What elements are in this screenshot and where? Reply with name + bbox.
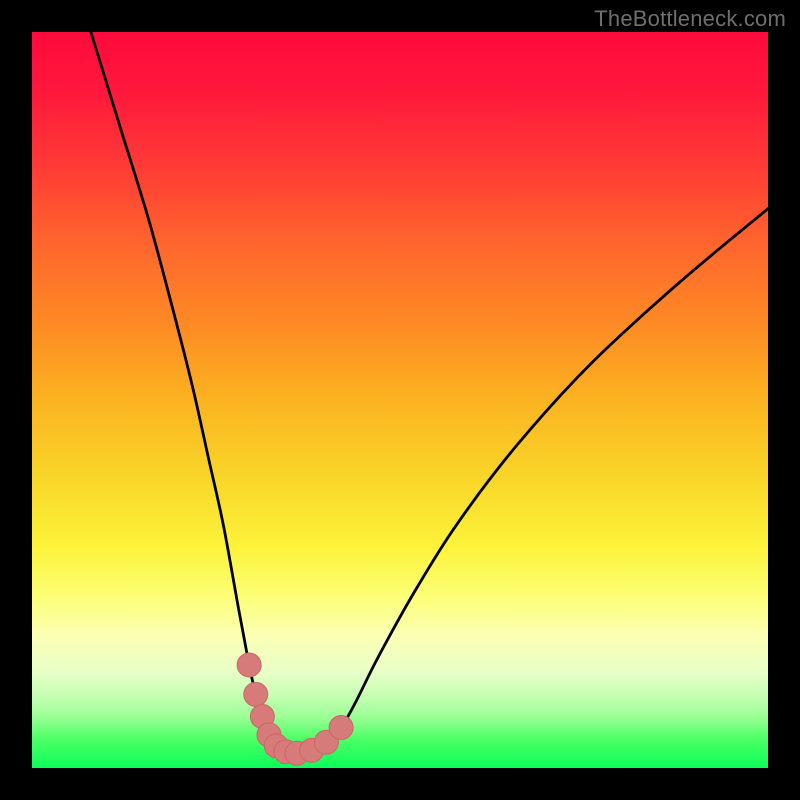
plot-area — [32, 32, 768, 768]
highlight-markers — [237, 653, 353, 765]
highlight-marker — [244, 682, 268, 706]
curve-layer — [32, 32, 768, 768]
curve-right — [297, 209, 768, 754]
chart-frame: TheBottleneck.com — [0, 0, 800, 800]
curve-left — [91, 32, 297, 753]
watermark-text: TheBottleneck.com — [594, 6, 786, 32]
highlight-marker — [329, 716, 353, 740]
highlight-marker — [237, 653, 261, 677]
